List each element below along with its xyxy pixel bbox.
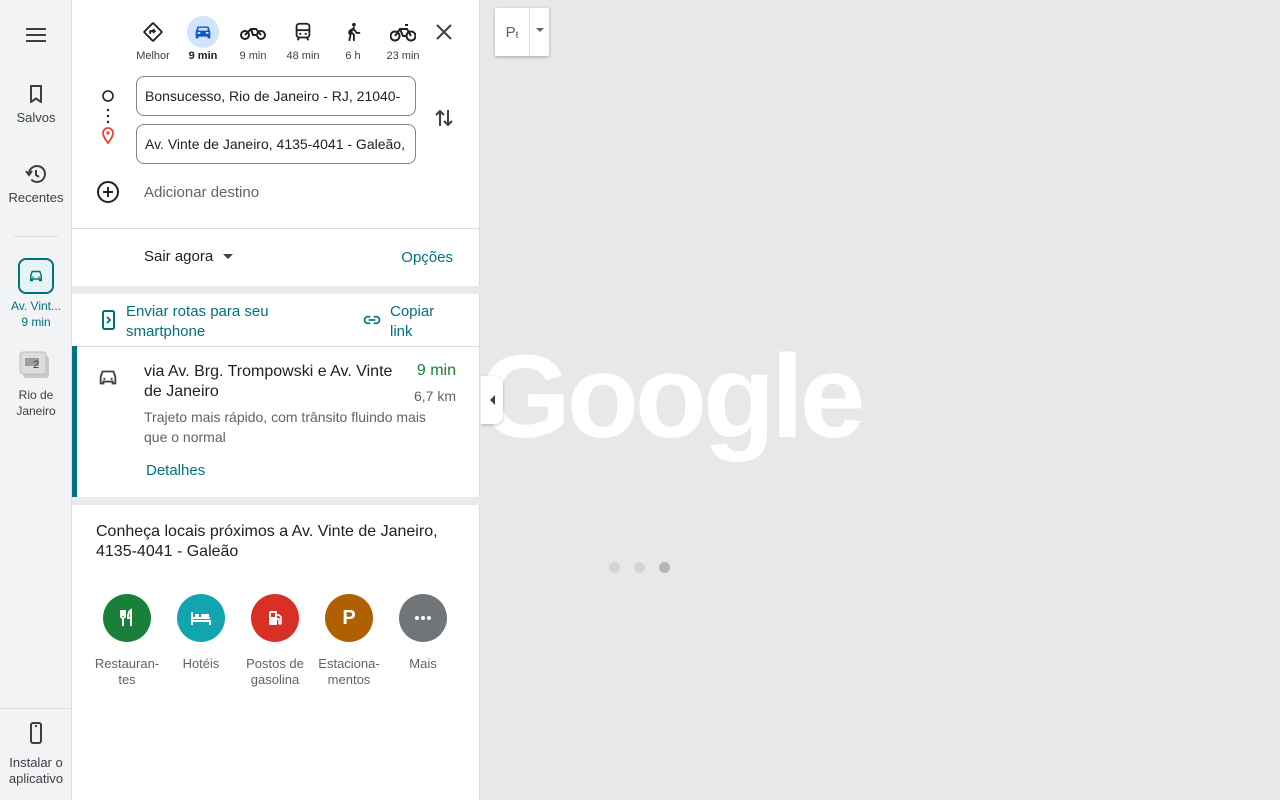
car-icon (30, 270, 42, 282)
route-option[interactable]: via Av. Brg. Trompowski e Av. Vinte de J… (72, 346, 480, 497)
origin-circle-icon (102, 90, 114, 102)
copy-link-label: Copiar link (390, 303, 435, 340)
mode-bike[interactable]: 23 min (378, 16, 428, 64)
map-canvas[interactable]: Google Pŧ (481, 0, 1280, 800)
caret-down-icon (535, 28, 544, 32)
category-hotels[interactable]: Hotéis (164, 594, 238, 688)
depart-label: Sair agora (144, 248, 214, 265)
mode-car[interactable]: 9 min (178, 16, 228, 64)
route-distance: 6,7 km (413, 388, 456, 404)
category-restaurants[interactable]: Restauran-tes (90, 594, 164, 688)
parking-icon: P (325, 594, 373, 642)
left-rail: Salvos Recentes Av. Vint... 9 min 2 Rio … (0, 0, 72, 800)
send-to-phone-icon (102, 310, 115, 330)
walk-icon (348, 22, 361, 42)
install-app-button[interactable]: Instalar o aplicativo (0, 708, 72, 800)
train-icon (295, 22, 311, 41)
waypoint-markers (98, 88, 118, 148)
loading-dot (659, 562, 670, 573)
mode-best[interactable]: Melhor (128, 16, 178, 64)
bike-icon (390, 24, 416, 42)
recents-label: Recentes (8, 190, 64, 205)
hotel-icon (177, 594, 225, 642)
loading-dot (609, 562, 620, 573)
dots-vertical-icon (106, 108, 110, 124)
google-watermark: Google (481, 331, 865, 463)
collapse-panel-button[interactable] (481, 376, 503, 424)
layer-label: P (505, 23, 516, 41)
route-time: 9 min (416, 362, 456, 379)
mode-transit[interactable]: 48 min (278, 16, 328, 64)
menu-icon[interactable] (24, 24, 48, 48)
history-icon (25, 165, 46, 183)
traffic-symbol-icon: ŧ (515, 29, 519, 41)
route-description: Trajeto mais rápido, com trânsito fluind… (144, 409, 426, 445)
layer-toggle[interactable]: Pŧ (495, 8, 529, 56)
recent-route-label[interactable]: Av. Vint... 9 min (0, 298, 72, 330)
loading-dot (634, 562, 645, 573)
saved-button[interactable]: Salvos (0, 82, 72, 125)
origin-input[interactable]: Bonsucesso, Rio de Janeiro - RJ, 21040- (136, 76, 416, 116)
recent-place-label[interactable]: Rio de Janeiro (0, 387, 72, 419)
layers-button[interactable]: Pŧ (495, 8, 549, 56)
car-icon (195, 26, 211, 39)
recent-place-badge: 2 (33, 359, 40, 371)
send-to-phone-button[interactable]: Enviar rotas para seu smartphone (100, 302, 296, 342)
saved-label: Salvos (16, 110, 56, 125)
nearby-title: Conheça locais próximos a Av. Vinte de J… (96, 523, 438, 560)
options-button[interactable]: Opções (401, 249, 453, 266)
add-destination-label: Adicionar destino (144, 183, 260, 201)
phone-icon (30, 722, 42, 744)
divider (72, 228, 480, 229)
route-details-link[interactable]: Detalhes (146, 462, 205, 479)
divider (72, 286, 480, 294)
restaurant-icon (103, 594, 151, 642)
category-more[interactable]: Mais (386, 594, 460, 688)
add-destination-button[interactable]: Adicionar destino (96, 180, 259, 204)
swap-icon[interactable] (432, 106, 456, 130)
directions-panel: Melhor 9 min 9 min 48 min 6 h 23 min Bon… (72, 0, 480, 800)
route-title: via Av. Brg. Trompowski e Av. Vinte de J… (144, 363, 393, 400)
more-icon (399, 594, 447, 642)
divider (72, 497, 480, 505)
category-parking[interactable]: P Estaciona-mentos (312, 594, 386, 688)
mode-walk[interactable]: 6 h (328, 16, 378, 64)
motorcycle-icon (240, 28, 266, 40)
directions-diamond-icon (143, 22, 163, 42)
close-icon[interactable] (432, 20, 456, 44)
recents-button[interactable]: Recentes (0, 162, 72, 205)
destination-input[interactable]: Av. Vinte de Janeiro, 4135-4041 - Galeão… (136, 124, 416, 164)
recent-route-button[interactable] (18, 258, 54, 294)
link-icon (363, 315, 381, 325)
caret-down-icon (223, 254, 234, 259)
mode-motorcycle[interactable]: 9 min (228, 16, 278, 64)
layer-dropdown[interactable] (529, 8, 549, 56)
recent-place-thumbnail[interactable]: 2 (19, 350, 53, 380)
chevron-left-icon (489, 395, 495, 405)
nearby-categories: Restauran-tes Hotéis Postos de gasolina … (90, 594, 460, 688)
add-circle-icon (97, 181, 119, 203)
car-icon (99, 370, 117, 385)
destination-pin-icon (102, 127, 114, 145)
category-gas-stations[interactable]: Postos de gasolina (238, 594, 312, 688)
loading-indicator (609, 562, 684, 573)
rail-divider (14, 236, 58, 237)
depart-time-dropdown[interactable]: Sair agora (144, 248, 234, 265)
copy-link-button[interactable]: Copiar link (362, 302, 450, 342)
bookmark-icon (30, 85, 42, 103)
travel-mode-bar: Melhor 9 min 9 min 48 min 6 h 23 min (128, 16, 428, 64)
send-to-phone-label: Enviar rotas para seu smartphone (126, 303, 269, 340)
gas-station-icon (251, 594, 299, 642)
